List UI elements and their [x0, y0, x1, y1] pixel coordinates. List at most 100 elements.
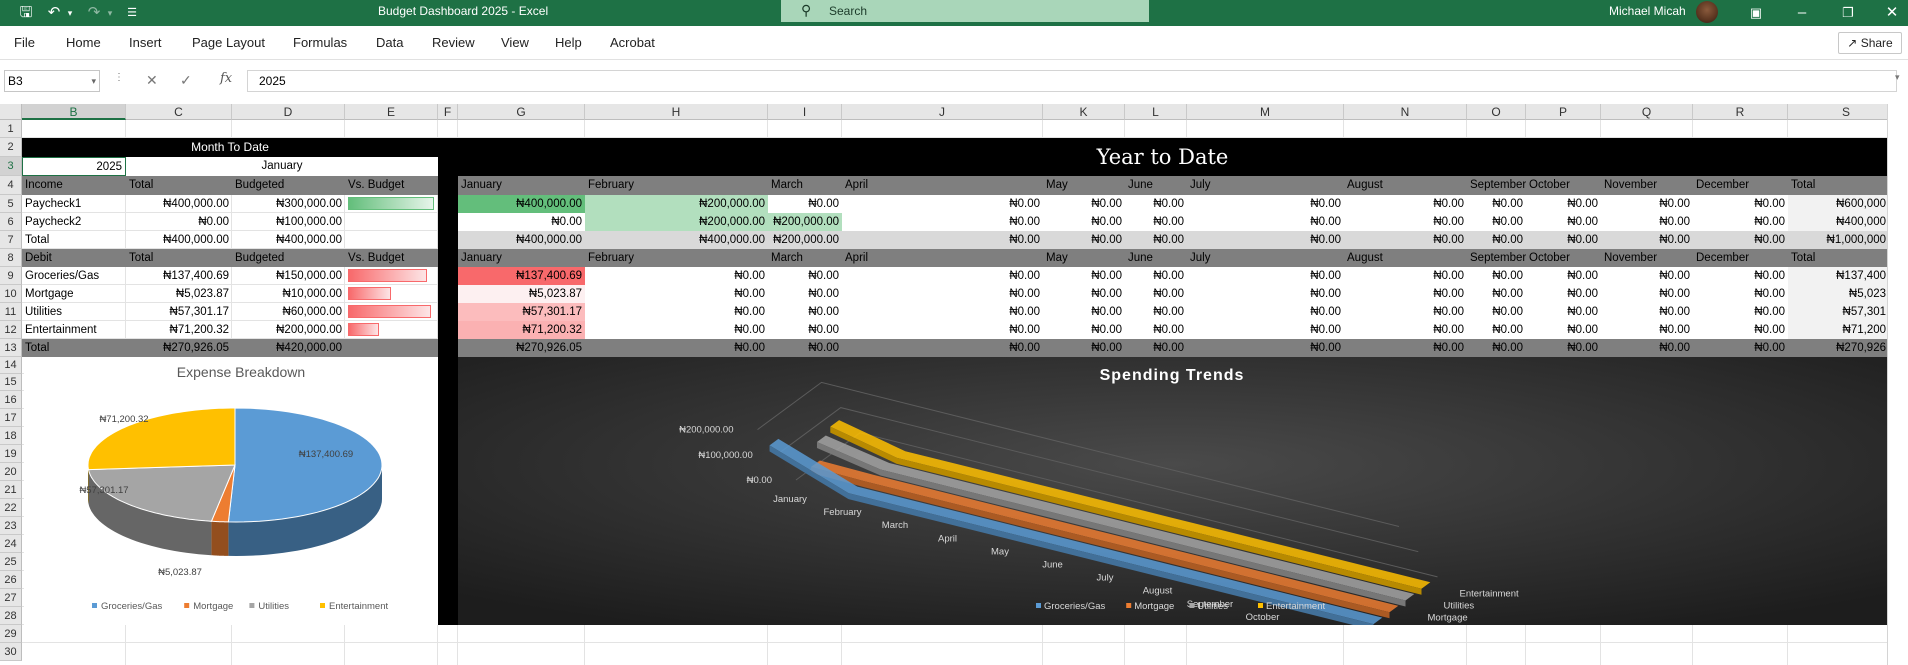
ytd-income-header-cell[interactable]: April	[842, 176, 1043, 195]
ytd-debit-total-cell[interactable]: ₦0.00	[1344, 339, 1467, 357]
ytd-income-header-cell[interactable]: June	[1125, 176, 1187, 195]
ytd-debit-header-cell[interactable]: January	[458, 249, 585, 267]
ytd-debit-cell[interactable]: ₦71,200.32	[458, 321, 585, 339]
spending-trends-chart[interactable]: Spending Trends ₦0.00 ₦100,000.00 ₦200,000.…	[458, 357, 1887, 625]
ytd-debit-cell[interactable]: ₦0.00	[1187, 267, 1344, 285]
debit-header-cell[interactable]: Budgeted	[232, 249, 345, 267]
ytd-debit-cell[interactable]: ₦0.00	[1601, 321, 1693, 339]
ytd-income-header-cell[interactable]: August	[1344, 176, 1467, 195]
row-header-13[interactable]: 13	[0, 339, 22, 357]
ytd-income-header-cell[interactable]: November	[1601, 176, 1693, 195]
row-header-10[interactable]: 10	[0, 285, 22, 303]
ytd-income-cell[interactable]: ₦0.00	[1187, 213, 1344, 231]
ytd-income-cell[interactable]: ₦0.00	[1467, 213, 1526, 231]
month-label[interactable]: January	[126, 157, 438, 176]
ytd-debit-total-cell[interactable]: ₦270,926.05	[458, 339, 585, 357]
row-header-23[interactable]: 23	[0, 517, 22, 535]
ytd-income-cell[interactable]: ₦0.00	[768, 195, 842, 213]
ytd-income-cell[interactable]: ₦200,000.00	[585, 213, 768, 231]
ytd-debit-cell[interactable]: ₦0.00	[1125, 303, 1187, 321]
ytd-debit-header-cell[interactable]: September	[1467, 249, 1526, 267]
income-budgeted[interactable]: ₦100,000.00	[232, 213, 345, 231]
ytd-debit-cell[interactable]: ₦0.00	[1187, 285, 1344, 303]
ytd-debit-cell[interactable]: ₦0.00	[1601, 267, 1693, 285]
row-header-21[interactable]: 21	[0, 481, 22, 499]
column-header-L[interactable]: L	[1125, 104, 1187, 120]
ytd-debit-total-cell[interactable]: ₦0.00	[1467, 339, 1526, 357]
ytd-debit-cell[interactable]: ₦0.00	[1601, 303, 1693, 321]
ytd-income-cell[interactable]: ₦0.00	[842, 213, 1043, 231]
ytd-debit-cell[interactable]: ₦0.00	[1693, 285, 1788, 303]
column-header-F[interactable]: F	[438, 104, 458, 120]
ytd-debit-header-cell[interactable]: February	[585, 249, 768, 267]
row-header-24[interactable]: 24	[0, 535, 22, 553]
row-header-17[interactable]: 17	[0, 409, 22, 427]
ytd-income-cell[interactable]: ₦0.00	[1601, 231, 1693, 249]
income-budgeted[interactable]: ₦400,000.00	[232, 231, 345, 249]
column-header-K[interactable]: K	[1043, 104, 1125, 120]
column-header-I[interactable]: I	[768, 104, 842, 120]
ytd-income-cell[interactable]: ₦0.00	[458, 213, 585, 231]
ytd-debit-cell[interactable]: ₦0.00	[1526, 285, 1601, 303]
ytd-debit-cell[interactable]: ₦0.00	[585, 321, 768, 339]
row-header-3[interactable]: 3	[0, 157, 22, 176]
ytd-debit-header-cell[interactable]: May	[1043, 249, 1125, 267]
debit-row-label[interactable]: Mortgage	[22, 285, 126, 303]
ytd-income-cell[interactable]: ₦200,000.00	[585, 195, 768, 213]
ytd-debit-cell[interactable]: ₦0.00	[1693, 303, 1788, 321]
column-header-N[interactable]: N	[1344, 104, 1467, 120]
column-header-G[interactable]: G	[458, 104, 585, 120]
ytd-debit-cell[interactable]: ₦0.00	[1526, 267, 1601, 285]
row-header-11[interactable]: 11	[0, 303, 22, 321]
expense-breakdown-chart[interactable]: Expense Breakdown ₦137,400.69 ₦5,023.87 ₦57…	[24, 357, 438, 625]
row-header-15[interactable]: 15	[0, 374, 22, 391]
ytd-income-cell[interactable]: ₦0.00	[1693, 231, 1788, 249]
ytd-income-cell[interactable]: ₦0.00	[1601, 195, 1693, 213]
debit-budgeted[interactable]: ₦150,000.00	[232, 267, 345, 285]
ytd-debit-header-cell[interactable]: October	[1526, 249, 1601, 267]
ytd-income-cell[interactable]: ₦400,000.00	[585, 231, 768, 249]
ytd-debit-cell[interactable]: ₦0.00	[842, 303, 1043, 321]
debit-total[interactable]: ₦137,400.69	[126, 267, 232, 285]
row-header-9[interactable]: 9	[0, 267, 22, 285]
year-select[interactable]: 2025	[22, 157, 126, 176]
row-header-19[interactable]: 19	[0, 445, 22, 463]
ytd-debit-cell[interactable]: ₦0.00	[1344, 303, 1467, 321]
ytd-debit-cell[interactable]: ₦5,023.87	[458, 285, 585, 303]
column-header-E[interactable]: E	[345, 104, 438, 120]
column-header-P[interactable]: P	[1526, 104, 1601, 120]
ytd-income-cell[interactable]: ₦0.00	[1601, 213, 1693, 231]
ytd-debit-cell[interactable]: ₦0.00	[1344, 321, 1467, 339]
ytd-income-cell[interactable]: ₦0.00	[1043, 231, 1125, 249]
debit-row-label[interactable]: Groceries/Gas	[22, 267, 126, 285]
ytd-debit-total-cell[interactable]: ₦0.00	[1043, 339, 1125, 357]
ytd-income-cell[interactable]: ₦0.00	[1693, 213, 1788, 231]
ytd-income-cell[interactable]: ₦200,000.00	[768, 213, 842, 231]
row-header-27[interactable]: 27	[0, 589, 22, 607]
ytd-debit-cell[interactable]: ₦0.00	[842, 285, 1043, 303]
row-header-14[interactable]: 14	[0, 357, 22, 374]
debit-row-label[interactable]: Utilities	[22, 303, 126, 321]
ytd-debit-cell[interactable]: ₦137,400.69	[458, 267, 585, 285]
ytd-debit-total-cell[interactable]: ₦0.00	[1125, 339, 1187, 357]
ytd-debit-cell[interactable]: ₦0.00	[1693, 267, 1788, 285]
ytd-debit-cell[interactable]: ₦0.00	[1467, 303, 1526, 321]
ytd-debit-cell[interactable]: ₦0.00	[1125, 321, 1187, 339]
ytd-debit-cell[interactable]: ₦0.00	[1043, 303, 1125, 321]
ytd-debit-total-cell[interactable]: ₦0.00	[1187, 339, 1344, 357]
row-header-7[interactable]: 7	[0, 231, 22, 249]
ytd-debit-cell[interactable]: ₦0.00	[768, 267, 842, 285]
row-header-22[interactable]: 22	[0, 499, 22, 517]
ytd-income-cell[interactable]: ₦0.00	[1693, 195, 1788, 213]
row-header-25[interactable]: 25	[0, 553, 22, 571]
income-total[interactable]: ₦400,000.00	[126, 195, 232, 213]
ytd-income-header-cell[interactable]: February	[585, 176, 768, 195]
ytd-debit-total-cell[interactable]: ₦0.00	[585, 339, 768, 357]
ytd-income-cell[interactable]: ₦0.00	[1467, 231, 1526, 249]
debit-total[interactable]: ₦5,023.87	[126, 285, 232, 303]
debit-total-label[interactable]: Total	[22, 339, 126, 357]
ytd-income-cell[interactable]: ₦400,000.00	[458, 195, 585, 213]
ytd-debit-cell[interactable]: ₦0.00	[1187, 321, 1344, 339]
ytd-debit-cell[interactable]: ₦0.00	[1043, 321, 1125, 339]
column-header-J[interactable]: J	[842, 104, 1043, 120]
